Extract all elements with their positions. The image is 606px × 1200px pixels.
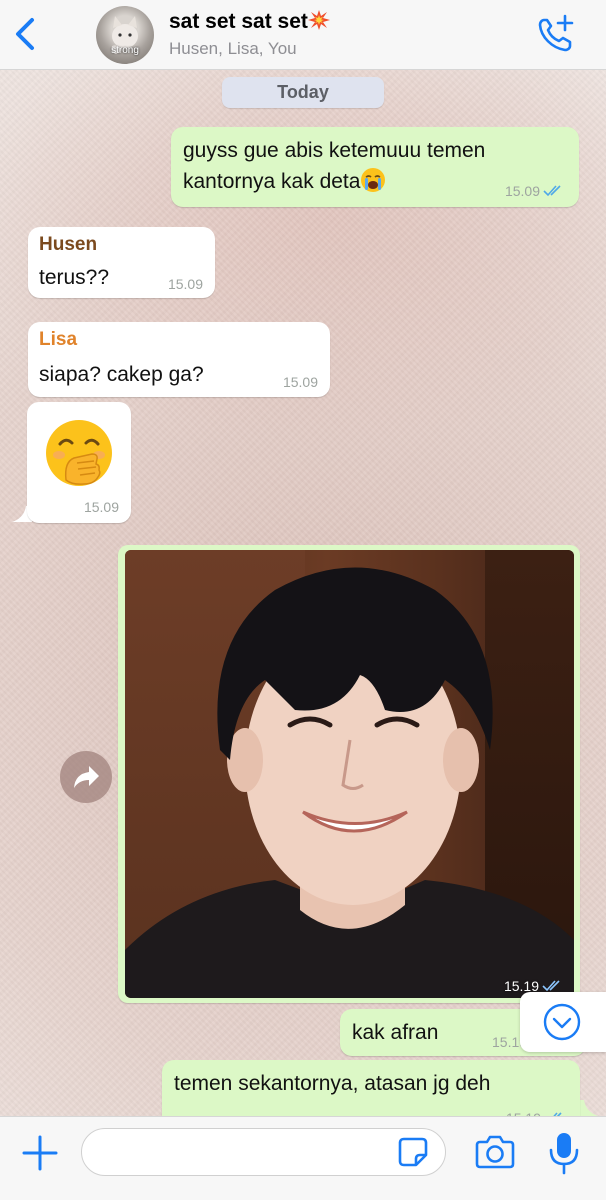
- forward-button[interactable]: [60, 751, 112, 803]
- camera-button[interactable]: [474, 1133, 516, 1171]
- message-time: 15.09: [504, 183, 540, 199]
- hand-over-mouth-emoji: [46, 420, 112, 486]
- chat-title[interactable]: sat set sat set: [169, 10, 330, 34]
- date-separator: Today: [222, 77, 384, 108]
- sticker-icon: [398, 1137, 428, 1167]
- message-bubble-outgoing[interactable]: guyss gue abis ketemuuu temen kantornya …: [171, 127, 579, 207]
- sender-name: Lisa: [39, 329, 78, 350]
- message-text: siapa? cakep ga?: [39, 363, 204, 386]
- message-time: 15.09: [83, 499, 119, 515]
- message-time: 15.09: [167, 276, 203, 292]
- chevron-down-circle-icon: [543, 1003, 581, 1041]
- camera-icon: [475, 1135, 515, 1169]
- message-input-bar: [0, 1116, 606, 1200]
- plus-icon: [22, 1135, 58, 1171]
- chat-members[interactable]: Husen, Lisa, You: [169, 39, 297, 59]
- message-text: temen sekantornya, atasan jg deh: [174, 1072, 491, 1095]
- double-check-icon: [542, 980, 560, 992]
- message-bubble-incoming[interactable]: Husen terus?? 15.09: [28, 227, 215, 298]
- message-bubble-incoming[interactable]: 15.09: [27, 402, 131, 523]
- back-button[interactable]: [10, 14, 40, 54]
- message-input[interactable]: [81, 1128, 446, 1176]
- bubble-tail: [578, 1100, 598, 1116]
- shared-photo[interactable]: 15.19: [125, 550, 574, 998]
- collision-emoji: [307, 10, 330, 30]
- message-text: kak afran: [352, 1021, 439, 1044]
- microphone-button[interactable]: [547, 1130, 581, 1176]
- message-text: kantornya kak deta: [183, 170, 361, 193]
- loudly-crying-emoji: [361, 168, 386, 192]
- sticker-button[interactable]: [398, 1137, 428, 1167]
- chat-header: strong sat set sat set Husen, Lisa, You: [0, 0, 606, 70]
- chevron-left-icon: [16, 18, 34, 50]
- avatar-caption: strong: [111, 45, 139, 56]
- message-bubble-incoming[interactable]: Lisa siapa? cakep ga? 15.09: [28, 322, 330, 397]
- chat-title-text: sat set sat set: [169, 10, 308, 33]
- sender-name: Husen: [39, 234, 98, 255]
- group-avatar[interactable]: strong: [96, 6, 154, 64]
- attach-button[interactable]: [20, 1133, 60, 1173]
- message-time: 15.09: [282, 374, 318, 390]
- photo-subject: [125, 567, 574, 998]
- forward-arrow-icon: [74, 766, 99, 788]
- add-call-button[interactable]: [536, 14, 576, 54]
- double-check-icon: [543, 185, 561, 197]
- scroll-to-bottom-button[interactable]: [520, 992, 606, 1052]
- phone-add-icon: [538, 14, 574, 52]
- message-text: guyss gue abis ketemuuu temen: [183, 139, 486, 162]
- microphone-icon: [549, 1133, 579, 1175]
- message-text: terus??: [39, 266, 110, 289]
